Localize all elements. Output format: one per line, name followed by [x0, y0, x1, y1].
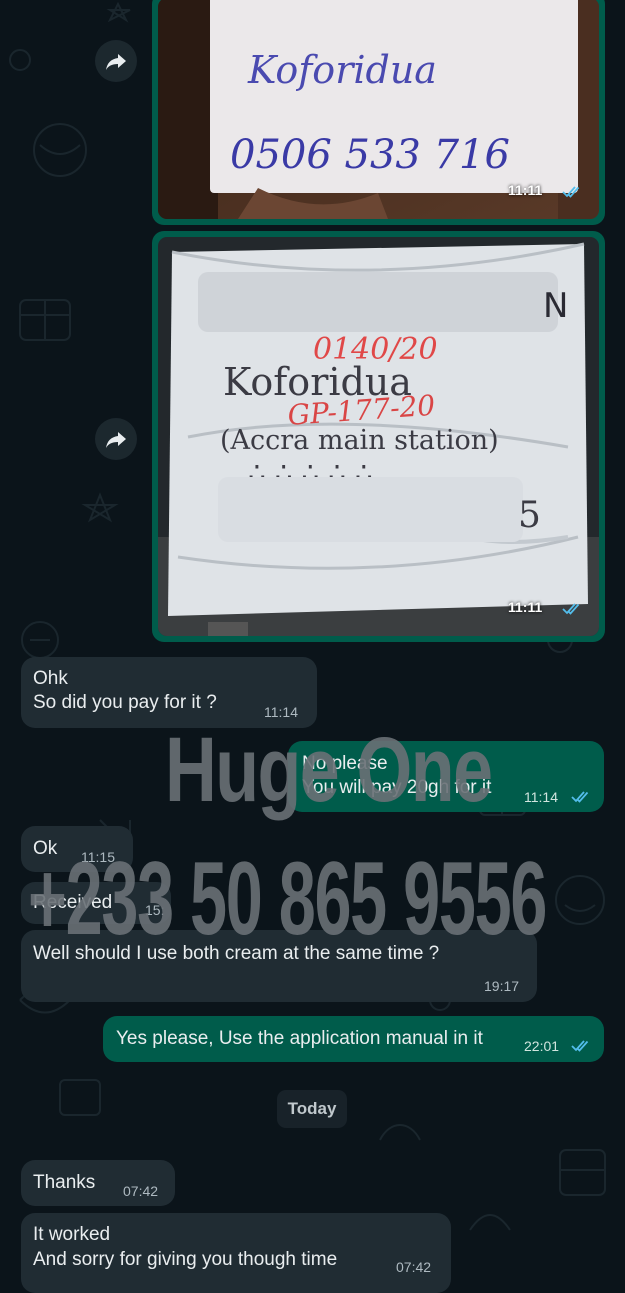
- double-check-icon: [571, 791, 589, 803]
- message-text: It worked: [33, 1224, 111, 1245]
- forward-button[interactable]: [95, 40, 137, 82]
- message-time: 07:42: [123, 1183, 159, 1199]
- outgoing-message[interactable]: Yes please, Use the application manual i…: [103, 1016, 604, 1062]
- label-card-line-1: Koforidua: [247, 48, 437, 92]
- forward-button[interactable]: [95, 418, 137, 460]
- image-message-label-card[interactable]: Koforidua 0506 533 716 11:11: [152, 0, 605, 225]
- message-text: Ohk: [33, 668, 68, 689]
- forward-icon: [106, 432, 126, 448]
- message-time: 11:11: [508, 182, 543, 198]
- message-text: Thanks: [33, 1172, 96, 1193]
- image-message-package[interactable]: N 0140/20 Koforidua GP-177-20 (Accra mai…: [152, 231, 605, 642]
- photo-package: N 0140/20 Koforidua GP-177-20 (Accra mai…: [158, 237, 599, 636]
- watermark-title: Huge One: [165, 719, 493, 821]
- incoming-message[interactable]: It worked And sorry for giving you thoug…: [21, 1213, 451, 1293]
- message-text: And sorry for giving you though time: [33, 1249, 338, 1270]
- date-divider: Today: [277, 1090, 347, 1128]
- package-letter: N: [543, 286, 568, 326]
- package-digit: 5: [518, 495, 541, 536]
- message-text: So did you pay for it ?: [33, 692, 217, 713]
- label-card-line-2: 0506 533 716: [230, 132, 510, 178]
- message-time: 07:42: [396, 1259, 432, 1275]
- incoming-message[interactable]: Thanks 07:42: [21, 1160, 175, 1206]
- package-line-2: (Accra main station): [220, 425, 499, 456]
- double-check-icon: [562, 186, 580, 198]
- date-divider-label: Today: [287, 1099, 337, 1118]
- message-time: 22:01: [524, 1038, 560, 1054]
- message-time: 11:14: [524, 789, 558, 805]
- double-check-icon: [562, 603, 580, 615]
- watermark-phone: +233 50 865 9556: [28, 841, 547, 957]
- message-text: Yes please, Use the application manual i…: [116, 1028, 483, 1049]
- double-check-icon: [571, 1040, 589, 1052]
- message-time: 11:11: [508, 599, 543, 615]
- forward-icon: [106, 54, 126, 70]
- message-time: 19:17: [484, 978, 520, 994]
